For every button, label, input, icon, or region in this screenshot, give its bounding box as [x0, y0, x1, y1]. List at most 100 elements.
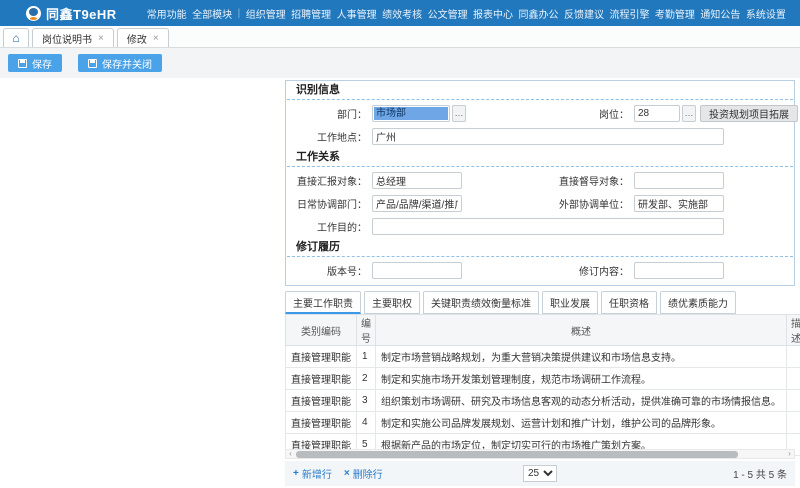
tab-main-duties[interactable]: 主要工作职责: [285, 291, 361, 314]
section-title-revision: 修订履历: [286, 238, 794, 256]
position-form: 识别信息 部门： 市场部 … 岗位： … 投资规划项目拓展 工作地点：: [285, 80, 795, 286]
report-to-field[interactable]: [372, 172, 462, 189]
cell-no[interactable]: 1: [357, 346, 376, 368]
horizontal-scrollbar[interactable]: ‹ ›: [285, 449, 795, 459]
tab-kpi-standards[interactable]: 关键职责绩效衡量标准: [423, 291, 539, 314]
brand-logo[interactable]: 同鑫T9eHR: [26, 4, 117, 23]
dept-label: 部门：: [286, 106, 372, 121]
nav-item-attendance[interactable]: 考勤管理: [655, 6, 695, 21]
cell-summary[interactable]: 制定和实施公司品牌发展规划、运营计划和推广计划，维护公司的品牌形象。: [376, 412, 787, 434]
nav-item-recruit[interactable]: 招聘管理: [291, 6, 331, 21]
department-field[interactable]: 市场部: [372, 105, 450, 122]
tab-position-description[interactable]: 岗位说明书 ×: [32, 28, 114, 47]
nav-item-feedback[interactable]: 反馈建议: [564, 6, 604, 21]
brand-name: 同鑫T9eHR: [46, 4, 117, 23]
main-menu: 常用功能 全部模块 | 组织管理 招聘管理 人事管理 绩效考核 公文管理 报表中…: [147, 6, 786, 21]
duties-table: 类别编码 编号 概述 描述 直接管理职能 1 制定市场营销战略规划，为重大营销决…: [285, 314, 800, 456]
post-field[interactable]: [634, 105, 680, 122]
tab-career-dev[interactable]: 职业发展: [542, 291, 598, 314]
cell-no[interactable]: 2: [357, 368, 376, 390]
cell-category[interactable]: 直接管理职能: [286, 346, 357, 368]
department-lookup-icon[interactable]: …: [452, 105, 466, 122]
table-row[interactable]: 直接管理职能 4 制定和实施公司品牌发展规划、运营计划和推广计划，维护公司的品牌…: [286, 412, 800, 434]
version-field[interactable]: [372, 262, 462, 279]
section-title-relations: 工作关系: [286, 148, 794, 166]
nav-item-common[interactable]: 常用功能: [147, 6, 187, 21]
detail-tabbar: 主要工作职责 主要职权 关键职责绩效衡量标准 职业发展 任职资格 绩优素质能力: [285, 291, 795, 314]
table-header-row: 类别编码 编号 概述 描述: [286, 315, 800, 346]
location-field[interactable]: [372, 128, 724, 145]
nav-item-notice[interactable]: 通知公告: [700, 6, 740, 21]
coordinate-dept-label: 日常协调部门：: [286, 196, 372, 211]
coordinate-dept-field[interactable]: [372, 195, 462, 212]
cross-icon: ×: [344, 468, 350, 479]
tab-home[interactable]: ⌂: [3, 28, 29, 47]
col-summary: 概述: [376, 315, 787, 346]
section-divider: [287, 99, 793, 100]
save-icon: [18, 59, 27, 68]
nav-item-all-modules[interactable]: 全部模块: [192, 6, 232, 21]
tab-modify[interactable]: 修改 ×: [117, 28, 169, 47]
revision-content-label: 修订内容：: [548, 263, 634, 278]
cell-desc[interactable]: [787, 412, 800, 434]
cell-category[interactable]: 直接管理职能: [286, 390, 357, 412]
cell-desc[interactable]: [787, 346, 800, 368]
table-row[interactable]: 直接管理职能 1 制定市场营销战略规划，为重大营销决策提供建议和市场信息支持。: [286, 346, 800, 368]
nav-item-org[interactable]: 组织管理: [246, 6, 286, 21]
cell-summary[interactable]: 制定市场营销战略规划，为重大营销决策提供建议和市场信息支持。: [376, 346, 787, 368]
post-label: 岗位：: [548, 106, 634, 121]
table-row[interactable]: 直接管理职能 2 制定和实施市场开发策划管理制度，规范市场调研工作流程。: [286, 368, 800, 390]
col-desc: 描述: [787, 315, 800, 346]
save-button[interactable]: 保存: [8, 54, 62, 72]
tab-main-authority[interactable]: 主要职权: [364, 291, 420, 314]
add-row-button[interactable]: + 新增行: [293, 466, 332, 481]
save-and-close-button[interactable]: 保存并关闭: [78, 54, 162, 72]
purpose-field[interactable]: [372, 218, 724, 235]
cell-desc[interactable]: [787, 390, 800, 412]
grid-footer: + 新增行 × 删除行 25 1 - 5 共 5 条: [285, 461, 795, 486]
report-to-label: 直接汇报对象：: [286, 173, 372, 188]
revision-content-field[interactable]: [634, 262, 724, 279]
page-size-select[interactable]: 25: [523, 465, 557, 482]
delete-row-button[interactable]: × 删除行: [344, 466, 383, 481]
plus-icon: +: [293, 468, 299, 479]
scroll-right-icon[interactable]: ›: [785, 450, 794, 458]
scrollbar-thumb[interactable]: [296, 451, 738, 458]
cell-no[interactable]: 4: [357, 412, 376, 434]
save-icon: [88, 59, 97, 68]
close-icon[interactable]: ×: [153, 33, 159, 44]
cell-summary[interactable]: 组织策划市场调研、研究及市场信息客观的动态分析活动，提供准确可靠的市场情报信息。: [376, 390, 787, 412]
action-toolbar: 保存 保存并关闭: [0, 48, 800, 78]
cell-summary[interactable]: 制定和实施市场开发策划管理制度，规范市场调研工作流程。: [376, 368, 787, 390]
scroll-left-icon[interactable]: ‹: [286, 450, 295, 458]
cell-category[interactable]: 直接管理职能: [286, 368, 357, 390]
table-row[interactable]: 直接管理职能 3 组织策划市场调研、研究及市场信息客观的动态分析活动，提供准确可…: [286, 390, 800, 412]
nav-item-settings[interactable]: 系统设置: [746, 6, 786, 21]
cell-category[interactable]: 直接管理职能: [286, 412, 357, 434]
nav-item-office[interactable]: 同鑫办公: [519, 6, 559, 21]
section-divider: [287, 166, 793, 167]
cell-desc[interactable]: [787, 368, 800, 390]
nav-item-documents[interactable]: 公文管理: [428, 6, 468, 21]
location-label: 工作地点：: [286, 129, 372, 144]
post-name-badge[interactable]: 投资规划项目拓展: [700, 105, 798, 122]
supervise-field[interactable]: [634, 172, 724, 189]
nav-item-performance[interactable]: 绩效考核: [382, 6, 422, 21]
purpose-label: 工作目的：: [286, 219, 372, 234]
external-unit-label: 外部协调单位：: [548, 196, 634, 211]
tab-competency[interactable]: 绩优素质能力: [660, 291, 736, 314]
supervise-label: 直接督导对象：: [548, 173, 634, 188]
form-panel: 识别信息 部门： 市场部 … 岗位： … 投资规划项目拓展 工作地点：: [285, 80, 795, 486]
col-category: 类别编码: [286, 315, 357, 346]
app-logo-icon: [26, 6, 41, 21]
close-icon[interactable]: ×: [98, 33, 104, 44]
nav-item-reports[interactable]: 报表中心: [473, 6, 513, 21]
post-lookup-icon[interactable]: …: [682, 105, 696, 122]
nav-item-workflow[interactable]: 流程引擎: [609, 6, 649, 21]
tab-qualifications[interactable]: 任职资格: [601, 291, 657, 314]
document-tabbar: ⌂ 岗位说明书 × 修改 ×: [0, 26, 800, 48]
nav-item-hr[interactable]: 人事管理: [337, 6, 377, 21]
page-info: 1 - 5 共 5 条: [733, 466, 787, 481]
cell-no[interactable]: 3: [357, 390, 376, 412]
external-unit-field[interactable]: [634, 195, 724, 212]
